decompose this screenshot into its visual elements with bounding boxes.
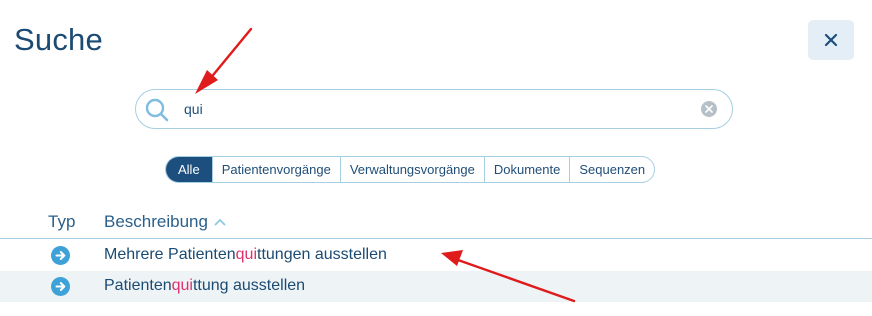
search-match-highlight: qui [171, 277, 193, 294]
arrow-right-circle-icon [55, 282, 66, 291]
search-match-highlight: qui [235, 246, 257, 263]
filter-tab-verwaltungsvorgaenge[interactable]: Verwaltungsvorgänge [339, 157, 484, 182]
arrow-right-circle-icon [55, 251, 66, 260]
column-header-beschreibung-label: Beschreibung [104, 212, 208, 231]
column-header-beschreibung[interactable]: Beschreibung [104, 212, 226, 232]
result-text-after: ttungen ausstellen [257, 246, 387, 263]
table-header-divider [0, 238, 872, 239]
filter-tab-sequenzen[interactable]: Sequenzen [569, 157, 654, 182]
clear-search-button[interactable] [701, 101, 717, 117]
table-row[interactable]: Patientenquittung ausstellen [0, 271, 872, 302]
result-description[interactable]: Mehrere Patientenquittungen ausstellen [104, 246, 387, 264]
filter-tab-patientenvorgaenge[interactable]: Patientenvorgänge [211, 157, 340, 182]
result-text-before: Mehrere Patienten [104, 246, 236, 263]
result-text-after: ttung ausstellen [192, 277, 306, 294]
open-row-button[interactable] [51, 277, 70, 296]
page-title: Suche [14, 22, 103, 57]
chevron-up-icon [214, 219, 226, 226]
filter-tabs: Alle Patientenvorgänge Verwaltungsvorgän… [165, 156, 656, 183]
search-icon [145, 98, 169, 122]
column-header-typ: Typ [48, 212, 76, 231]
annotation-arrow-search [195, 27, 253, 94]
close-icon [824, 33, 838, 47]
open-row-button[interactable] [51, 246, 70, 265]
search-field[interactable] [135, 89, 733, 129]
table-row[interactable]: Mehrere Patientenquittungen ausstellen [0, 240, 872, 271]
clear-icon [705, 105, 713, 113]
close-button[interactable] [808, 20, 854, 60]
result-text-before: Patienten [104, 277, 172, 294]
filter-tab-dokumente[interactable]: Dokumente [483, 157, 569, 182]
result-description[interactable]: Patientenquittung ausstellen [104, 277, 305, 295]
search-input[interactable] [184, 99, 684, 119]
filter-tab-alle[interactable]: Alle [166, 157, 212, 182]
